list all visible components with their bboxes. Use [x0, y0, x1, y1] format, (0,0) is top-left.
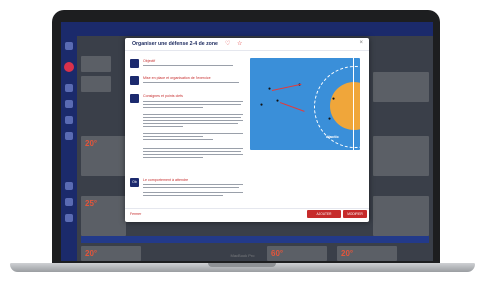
court-brand: dtactic	[326, 134, 339, 139]
movement-arrow	[279, 102, 305, 112]
section-number	[130, 59, 139, 68]
player-marker: ●	[328, 116, 332, 122]
temperature: 20°	[85, 139, 98, 148]
close-icon[interactable]: ×	[359, 40, 363, 46]
chart-icon[interactable]	[65, 132, 73, 140]
text-line	[143, 120, 243, 122]
section-number: Ob	[130, 178, 139, 187]
modal-title: Organiser une défense 2-4 de zone	[132, 41, 218, 47]
text-line	[143, 151, 241, 153]
text-line	[143, 139, 213, 141]
bg-card	[81, 56, 111, 72]
footer-divider	[125, 208, 369, 209]
star-icon[interactable]: ☆	[237, 40, 242, 47]
logo	[64, 62, 74, 72]
goal-line	[353, 58, 354, 150]
laptop-notch	[208, 263, 276, 267]
player-marker: ●	[332, 96, 336, 102]
divider	[125, 50, 369, 51]
text-line	[143, 133, 243, 135]
text-line	[143, 117, 241, 119]
section-heading: Le comportement à attendre	[143, 178, 189, 182]
sidebar	[61, 22, 77, 261]
bg-strip	[81, 236, 429, 243]
bg-card	[373, 72, 429, 102]
screen: 20° 25° 20° 60° 20° Organiser une défens…	[61, 22, 433, 261]
bg-card: 25°	[81, 196, 126, 236]
text-line	[143, 65, 233, 67]
text-line	[143, 123, 238, 125]
bg-card	[373, 196, 429, 236]
settings-icon[interactable]	[65, 214, 73, 222]
text-line	[143, 136, 203, 138]
section-number	[130, 94, 139, 103]
text-line	[143, 148, 243, 150]
text-line	[143, 195, 223, 197]
player-marker: ●	[276, 98, 280, 104]
bg-card: 20°	[81, 136, 126, 176]
cancel-link[interactable]: Fermer	[130, 212, 141, 216]
text-line	[143, 126, 183, 128]
player-marker: ●	[260, 102, 264, 108]
exercise-modal: Organiser une défense 2-4 de zone ♡ ☆ × …	[125, 38, 369, 222]
bg-card	[373, 136, 429, 176]
folder-icon[interactable]	[65, 182, 73, 190]
laptop: 20° 25° 20° 60° 20° Organiser une défens…	[0, 0, 485, 282]
calendar-icon[interactable]	[65, 116, 73, 124]
heart-icon[interactable]: ♡	[225, 40, 230, 47]
temperature: 25°	[85, 199, 98, 208]
text-line	[143, 184, 243, 186]
text-line	[143, 82, 239, 84]
bg-card	[81, 76, 111, 92]
section-number	[130, 76, 139, 85]
movement-arrow	[271, 83, 302, 91]
court-diagram: ● ● ● ● ● ● dtactic	[250, 58, 360, 150]
player-marker: ●	[268, 86, 272, 92]
home-icon[interactable]	[65, 84, 73, 92]
topbar	[77, 22, 433, 36]
text-line	[143, 157, 203, 159]
text-line	[143, 101, 243, 103]
section-heading: Consignes et points clefs	[143, 94, 183, 98]
users-icon[interactable]	[65, 198, 73, 206]
add-button[interactable]: AJOUTER	[307, 210, 341, 218]
text-line	[143, 187, 239, 189]
text-line	[143, 154, 243, 156]
text-line	[143, 192, 243, 194]
text-line	[143, 114, 243, 116]
menu-icon[interactable]	[65, 42, 73, 50]
text-line	[143, 107, 203, 109]
text-line	[143, 104, 241, 106]
edit-button[interactable]: MODIFIER	[343, 210, 367, 218]
section-heading: Mise en place et organisation de l'exerc…	[143, 76, 211, 80]
list-icon[interactable]	[65, 100, 73, 108]
section-heading: Objectif	[143, 59, 156, 63]
device-brand: MacBook Pro	[230, 253, 255, 258]
